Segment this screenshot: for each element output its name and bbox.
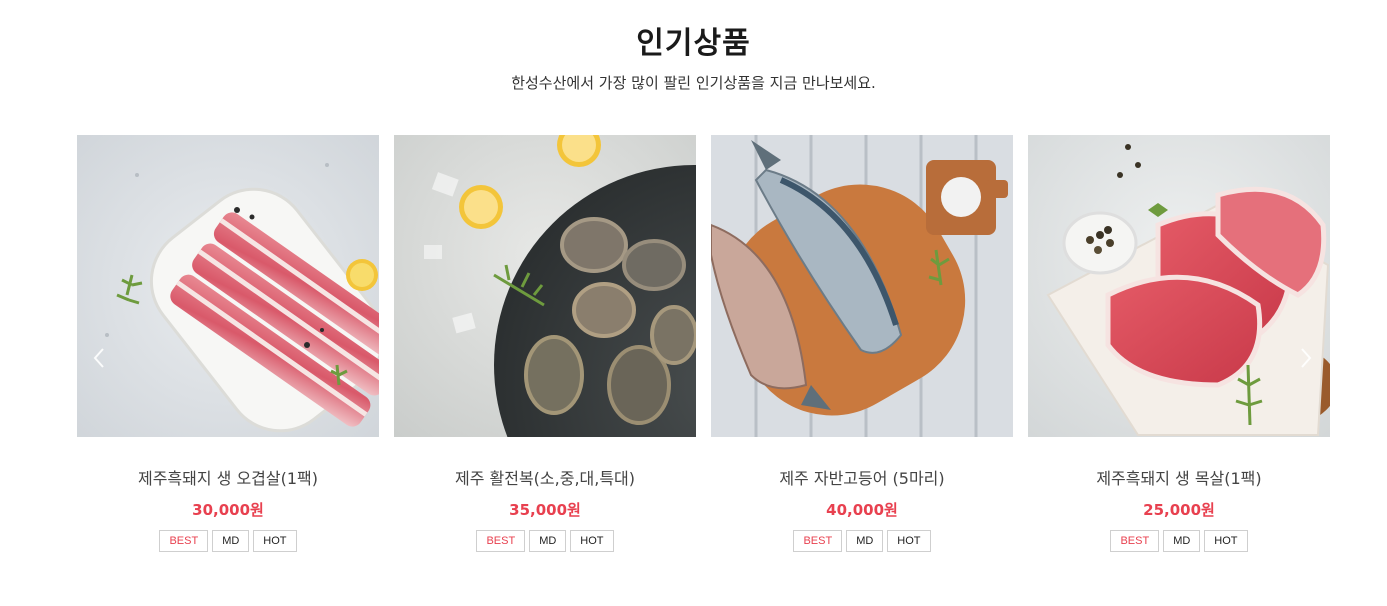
product-tags: BEST MD HOT	[711, 530, 1013, 552]
section-title: 인기상품	[636, 26, 751, 61]
best-badge: BEST	[159, 530, 209, 552]
pork-neck-image[interactable]	[1028, 135, 1330, 437]
hot-badge: HOT	[570, 530, 614, 552]
product-slider: 제주흑돼지 생 오겹살(1팩) 30,000원 BEST MD HOT 제주 활…	[77, 135, 1330, 565]
product-price: 35,000원	[509, 501, 581, 519]
hot-badge: HOT	[253, 530, 297, 552]
best-badge: BEST	[476, 530, 526, 552]
product-tags: BEST MD HOT	[1028, 530, 1330, 552]
product-name[interactable]: 제주흑돼지 생 오겹살(1팩)	[77, 465, 379, 489]
best-badge: BEST	[1110, 530, 1160, 552]
product-card[interactable]: 제주 활전복(소,중,대,특대) 35,000원 BEST MD HOT	[394, 135, 696, 552]
product-name[interactable]: 제주 자반고등어 (5마리)	[711, 465, 1013, 489]
product-price: 40,000원	[826, 501, 898, 519]
product-card[interactable]: 제주 자반고등어 (5마리) 40,000원 BEST MD HOT	[711, 135, 1013, 552]
product-name[interactable]: 제주흑돼지 생 목살(1팩)	[1028, 465, 1330, 489]
best-badge: BEST	[793, 530, 843, 552]
md-badge: MD	[1163, 530, 1201, 552]
chevron-right-icon	[1301, 348, 1312, 368]
chevron-left-icon	[93, 348, 104, 368]
section-subtitle: 한성수산에서 가장 많이 팔린 인기상품을 지금 만나보세요.	[511, 74, 876, 92]
md-badge: MD	[529, 530, 567, 552]
slider-next-button[interactable]	[1296, 343, 1316, 373]
product-price: 30,000원	[192, 501, 264, 519]
hot-badge: HOT	[887, 530, 931, 552]
md-badge: MD	[846, 530, 884, 552]
product-name[interactable]: 제주 활전복(소,중,대,특대)	[394, 465, 696, 489]
hot-badge: HOT	[1204, 530, 1248, 552]
abalone-image[interactable]	[394, 135, 696, 437]
slider-prev-button[interactable]	[89, 343, 109, 373]
product-price: 25,000원	[1143, 501, 1215, 519]
mackerel-image[interactable]	[711, 135, 1013, 437]
product-tags: BEST MD HOT	[77, 530, 379, 552]
product-tags: BEST MD HOT	[394, 530, 696, 552]
pork-belly-image[interactable]	[77, 135, 379, 437]
product-card[interactable]: 제주흑돼지 생 목살(1팩) 25,000원 BEST MD HOT	[1028, 135, 1330, 552]
md-badge: MD	[212, 530, 250, 552]
product-card[interactable]: 제주흑돼지 생 오겹살(1팩) 30,000원 BEST MD HOT	[77, 135, 379, 552]
